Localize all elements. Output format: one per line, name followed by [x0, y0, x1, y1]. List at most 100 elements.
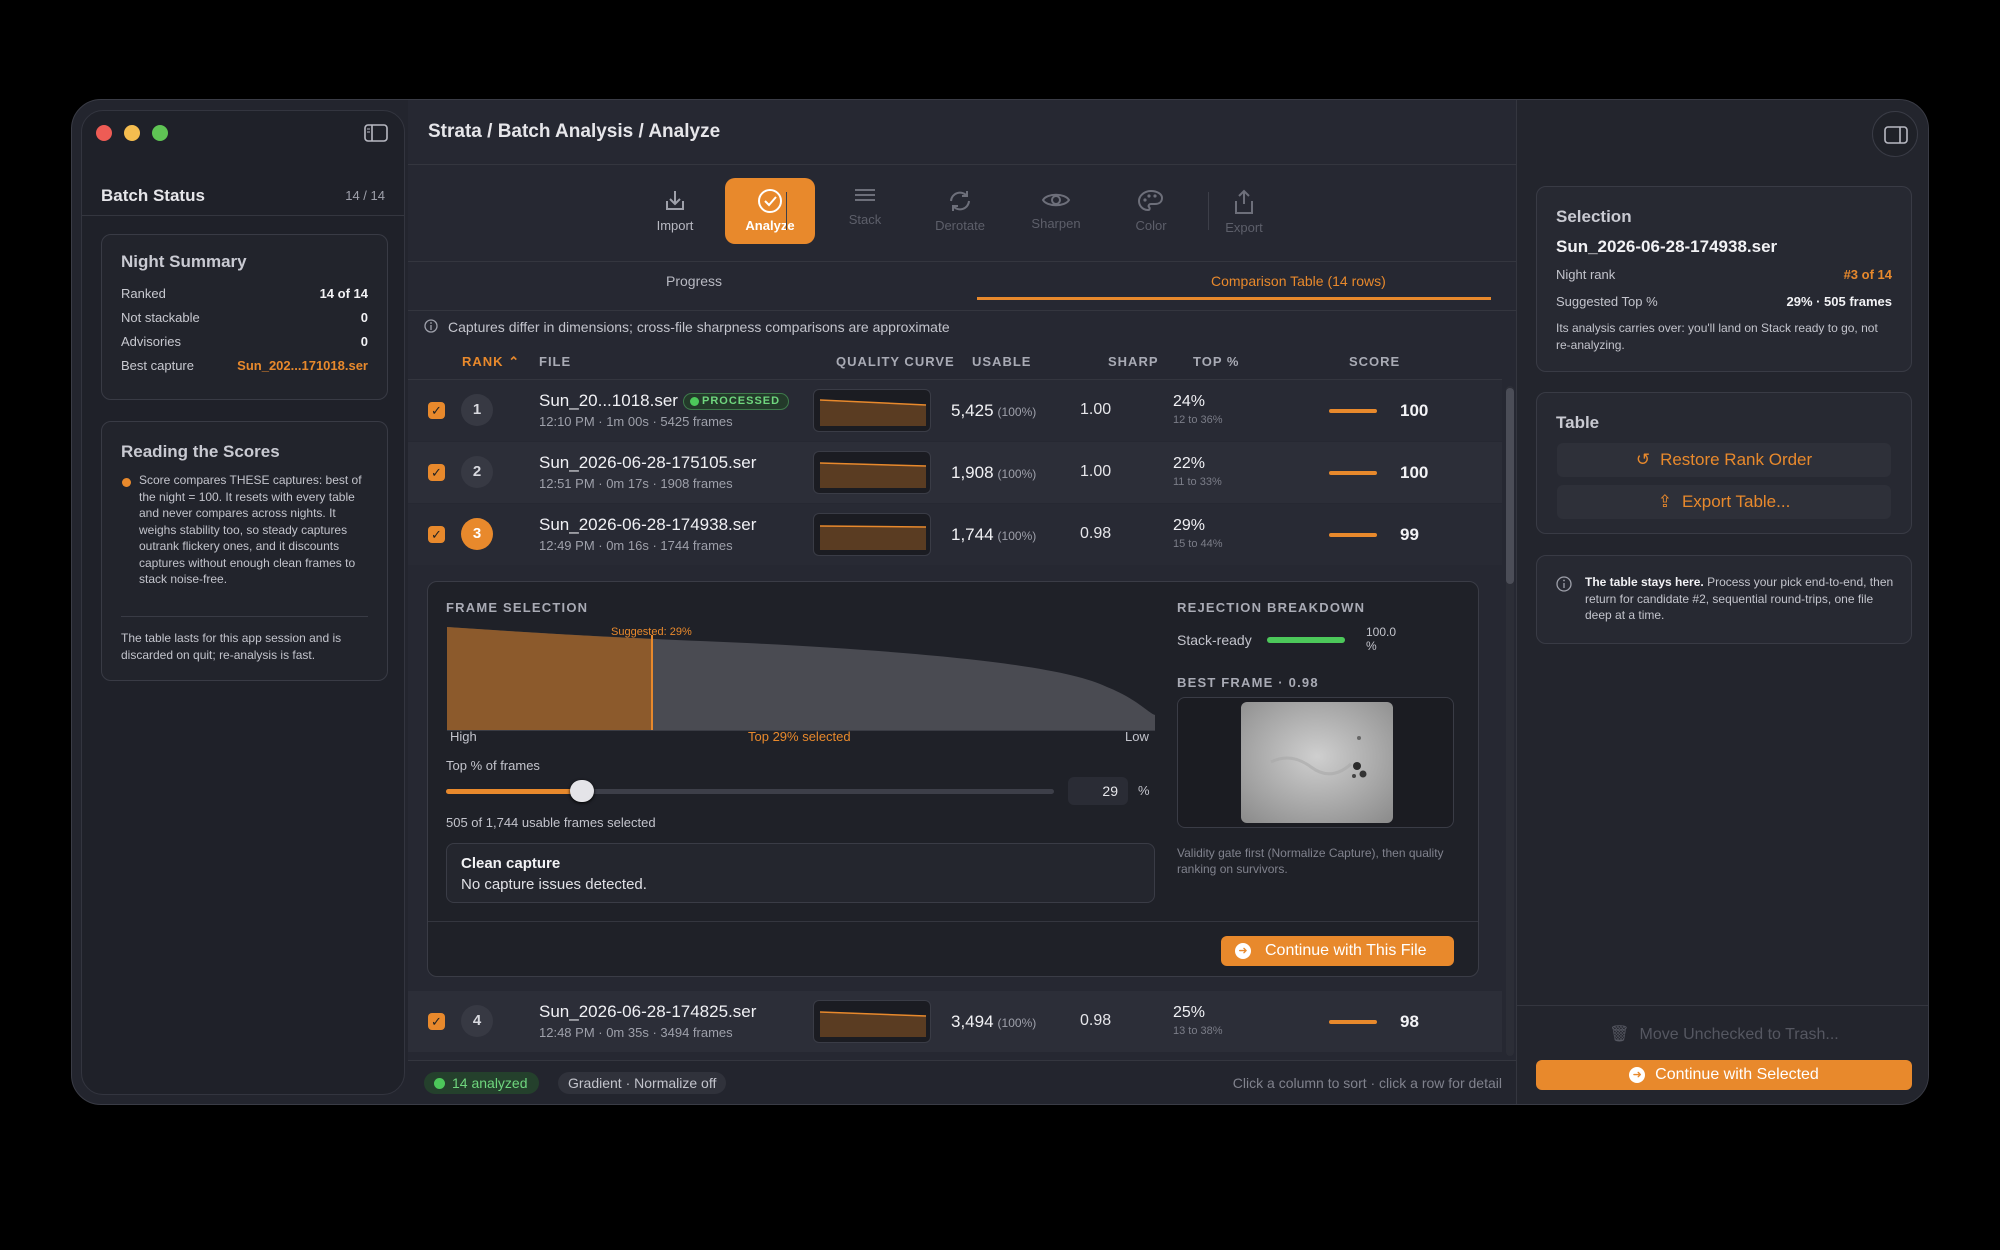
divider	[408, 261, 1516, 262]
table-row[interactable]: ✓ 2 Sun_2026-06-28-175105.ser 12:51 PM ·…	[408, 442, 1502, 503]
tab-comparison[interactable]: Comparison Table (14 rows)	[1211, 273, 1386, 289]
export-table-button[interactable]: ⇪ Export Table...	[1557, 485, 1891, 519]
top-percent-slider[interactable]	[446, 780, 1054, 802]
column-usable[interactable]: USABLE	[972, 354, 1031, 369]
percent-unit: %	[1138, 783, 1150, 798]
status-hint: Click a column to sort · click a row for…	[1232, 1075, 1502, 1091]
toolbar-import[interactable]: Import	[630, 178, 720, 244]
file-name: Sun_20...1018.ser	[539, 391, 678, 410]
divider	[428, 921, 1478, 922]
file-name: Sun_2026-06-28-174938.ser	[539, 515, 757, 534]
toolbar-sharpen[interactable]: Sharpen	[1011, 178, 1101, 244]
restore-rank-order-button[interactable]: ↺ Restore Rank Order	[1557, 443, 1891, 477]
note-text: The table stays here. Process your pick …	[1585, 575, 1894, 622]
toolbar-color[interactable]: Color	[1106, 178, 1196, 244]
quality-sparkline	[813, 451, 931, 494]
axis-high-label: High	[450, 729, 477, 744]
slider-fill	[446, 789, 582, 794]
rank-badge: 1	[461, 394, 493, 426]
column-rank[interactable]: RANK ⌃	[462, 354, 520, 370]
summary-row: Advisories 0	[121, 334, 368, 349]
best-frame-image	[1241, 702, 1393, 823]
rejection-title: REJECTION BREAKDOWN	[1177, 600, 1366, 615]
note-card: The table stays here. Process your pick …	[1536, 555, 1912, 644]
summary-row: Not stackable 0	[121, 310, 368, 325]
trash-icon: 🗑	[1609, 1026, 1630, 1043]
sharp-value: 1.00	[1080, 401, 1112, 418]
column-score[interactable]: SCORE	[1349, 354, 1400, 369]
mode-badge: Gradient · Normalize off	[558, 1072, 727, 1094]
tab-progress[interactable]: Progress	[666, 273, 722, 289]
table-row[interactable]: ✓ 4 Sun_2026-06-28-174825.ser 12:48 PM ·…	[408, 991, 1502, 1052]
toolbar-analyze[interactable]: Analyze	[725, 178, 815, 244]
axis-low-label: Low	[1125, 729, 1149, 744]
breadcrumb: Strata / Batch Analysis / Analyze	[428, 121, 721, 142]
column-quality[interactable]: QUALITY CURVE	[836, 354, 955, 369]
file-meta: 12:49 PM · 0m 16s · 1744 frames	[539, 538, 733, 553]
zoom-window-button[interactable]	[152, 125, 168, 141]
top-percent: 22%	[1173, 455, 1206, 472]
score-value: 98	[1400, 1012, 1419, 1031]
table-row[interactable]: ✓ 1 Sun_20...1018.ser PROCESSED 12:10 PM…	[408, 380, 1502, 441]
top-range: 11 to 33%	[1173, 476, 1222, 488]
night-summary-title: Night Summary	[121, 252, 247, 271]
usable-count: 3,494 (100%)	[951, 1012, 1037, 1031]
sidebar-title: Batch Status	[101, 186, 205, 205]
night-rank-label: Night rank	[1556, 267, 1616, 282]
scrollbar-thumb[interactable]	[1506, 388, 1514, 584]
best-frame-preview[interactable]	[1177, 697, 1454, 828]
continue-with-file-button[interactable]: ➜ Continue with This File	[1221, 936, 1454, 966]
sidebar-toggle-icon[interactable]	[364, 124, 388, 142]
stack-ready-bar	[1267, 637, 1345, 643]
sidebar: Batch Status 14 / 14 Night Summary Ranke…	[81, 110, 405, 1095]
inspector-toggle-button[interactable]	[1872, 111, 1918, 157]
row-checkbox[interactable]: ✓	[428, 1013, 445, 1030]
info-icon	[424, 319, 438, 333]
top-percent: 25%	[1173, 1004, 1206, 1021]
top-percent-input[interactable]: 29	[1068, 777, 1128, 805]
row-checkbox[interactable]: ✓	[428, 526, 445, 543]
check-icon	[434, 1078, 445, 1089]
close-window-button[interactable]	[96, 125, 112, 141]
validity-note: Validity gate first (Normalize Capture),…	[1177, 846, 1444, 876]
score-bar	[1329, 471, 1377, 475]
scrollbar-track[interactable]	[1506, 386, 1514, 1056]
table-row-selected[interactable]: ✓ 3 Sun_2026-06-28-174938.ser 12:49 PM ·…	[408, 504, 1502, 565]
night-summary-card: Night Summary Ranked 14 of 14 Not stackab…	[101, 234, 388, 400]
processed-badge: PROCESSED	[683, 393, 790, 410]
top-percent: 29%	[1173, 517, 1206, 534]
move-to-trash-button[interactable]: 🗑 Move Unchecked to Trash...	[1536, 1020, 1912, 1050]
night-rank-value: #3 of 14	[1843, 267, 1892, 282]
reading-scores-footer: The table lasts for this app session and…	[121, 631, 342, 662]
score-bar	[1329, 409, 1377, 413]
best-capture-link[interactable]: Sun_202...171018.ser	[237, 358, 368, 373]
sharp-value: 0.98	[1080, 525, 1112, 542]
file-name: Sun_2026-06-28-175105.ser	[539, 453, 757, 472]
row-checkbox[interactable]: ✓	[428, 402, 445, 419]
slider-handle[interactable]	[570, 780, 594, 802]
usable-count: 5,425 (100%)	[951, 401, 1037, 420]
check-icon	[690, 397, 699, 406]
continue-with-selected-button[interactable]: ➜ Continue with Selected	[1536, 1060, 1912, 1090]
toolbar-stack[interactable]: Stack	[820, 172, 910, 238]
rank-badge: 3	[461, 518, 493, 550]
arrow-circle-icon: ➜	[1235, 943, 1251, 959]
score-value: 100	[1400, 463, 1429, 482]
column-sharp[interactable]: SHARP	[1108, 354, 1159, 369]
top-selected-label: Top 29% selected	[748, 729, 851, 744]
toolbar-derotate[interactable]: Derotate	[915, 178, 1005, 244]
row-checkbox[interactable]: ✓	[428, 464, 445, 481]
score-bar	[1329, 533, 1377, 537]
minimize-window-button[interactable]	[124, 125, 140, 141]
frame-quality-chart	[447, 627, 1155, 731]
column-top[interactable]: TOP %	[1193, 354, 1239, 369]
carry-over-note: Its analysis carries over: you'll land o…	[1556, 321, 1878, 352]
import-icon	[666, 191, 684, 210]
top-range: 15 to 44%	[1173, 538, 1223, 550]
sharp-value: 0.98	[1080, 1012, 1112, 1029]
reading-scores-card: Reading the Scores Score compares THESE …	[101, 421, 388, 681]
file-meta: 12:51 PM · 0m 17s · 1908 frames	[539, 476, 733, 491]
toolbar-export[interactable]: Export	[1199, 178, 1289, 244]
column-file[interactable]: FILE	[539, 354, 571, 369]
app-window: Batch Status 14 / 14 Night Summary Ranke…	[71, 99, 1929, 1105]
